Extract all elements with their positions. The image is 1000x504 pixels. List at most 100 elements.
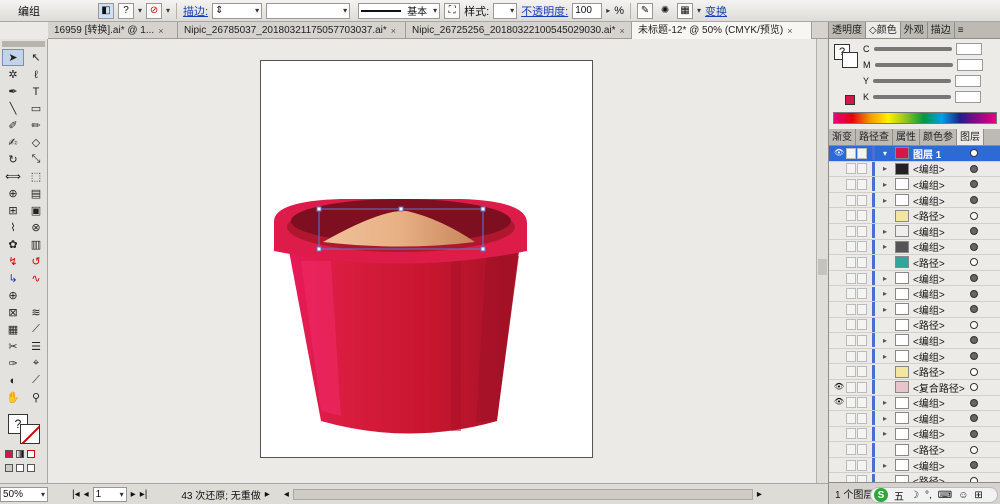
lock-toggle[interactable]: [846, 272, 856, 284]
knife-tool-icon[interactable]: ⟋: [25, 321, 47, 338]
gradient-tool-icon[interactable]: ▣: [25, 202, 47, 219]
visibility-eye-icon[interactable]: 👁: [833, 382, 845, 393]
expand-triangle-icon[interactable]: ▸: [883, 305, 893, 314]
lock-toggle[interactable]: [846, 366, 856, 378]
slice-tool-icon[interactable]: ⊠: [2, 304, 24, 321]
vertical-scrollbar[interactable]: [816, 39, 828, 483]
expand-triangle-icon[interactable]: ▸: [883, 164, 893, 173]
layer-row[interactable]: ▸ <编组>: [829, 271, 1000, 287]
scroll-left-icon[interactable]: ◂: [284, 489, 289, 500]
expand-triangle-icon[interactable]: ▸: [883, 461, 893, 470]
channel-slider[interactable]: [873, 47, 952, 51]
visibility-eye-icon[interactable]: [833, 351, 845, 362]
expand-triangle-icon[interactable]: ▸: [883, 336, 893, 345]
brush-profile-dropdown[interactable]: 基本 ▾: [358, 2, 441, 19]
pen-tool-icon[interactable]: ✒: [2, 83, 24, 100]
visibility-eye-icon[interactable]: 👁: [833, 148, 845, 159]
measure-tool-icon[interactable]: ⌖: [25, 355, 47, 372]
channel-row-y[interactable]: Y: [863, 75, 982, 87]
rotate-tool-icon[interactable]: ↻: [2, 151, 24, 168]
expand-triangle-icon[interactable]: ▸: [883, 414, 893, 423]
recolor-artwork-icon[interactable]: ✎: [637, 2, 654, 19]
visibility-eye-icon[interactable]: [833, 366, 845, 377]
opacity-label-link[interactable]: 不透明度:: [521, 3, 568, 19]
lock-toggle[interactable]: [846, 194, 856, 206]
layer-row[interactable]: 👁 ▸ <编组>: [829, 395, 1000, 412]
magic-wand-tool-icon[interactable]: ✲: [2, 66, 24, 83]
template-toggle[interactable]: [857, 147, 867, 159]
layer-row[interactable]: ▸ <编组>: [829, 302, 1000, 318]
target-circle-icon[interactable]: [970, 336, 978, 345]
target-circle-icon[interactable]: [970, 367, 978, 376]
scroll-thumb[interactable]: [818, 259, 827, 275]
visibility-eye-icon[interactable]: [833, 460, 845, 471]
template-toggle[interactable]: [857, 334, 867, 346]
close-icon[interactable]: ×: [158, 23, 163, 39]
template-toggle[interactable]: [857, 428, 867, 440]
target-circle-icon[interactable]: [970, 398, 978, 407]
last-page-icon[interactable]: ▸|: [140, 489, 148, 500]
graph-tool-icon[interactable]: ▦: [2, 321, 24, 338]
stroke-weight-dropdown[interactable]: ⇕ ▾: [212, 2, 263, 19]
stroke-swatch[interactable]: [20, 424, 40, 444]
expand-triangle-icon[interactable]: ▸: [883, 289, 893, 298]
lock-toggle[interactable]: [846, 163, 856, 175]
channel-slider[interactable]: [873, 95, 952, 99]
visibility-eye-icon[interactable]: 👁: [833, 397, 845, 408]
pencil-tool-icon[interactable]: ✏: [25, 117, 47, 134]
layer-row[interactable]: ▸ <编组>: [829, 193, 1000, 209]
target-circle-icon[interactable]: [970, 429, 978, 438]
tab-attributes[interactable]: 属性: [893, 129, 920, 145]
first-page-icon[interactable]: |◂: [72, 489, 80, 500]
channel-row-k[interactable]: K: [863, 91, 982, 103]
layer-row[interactable]: <路径>: [829, 442, 1000, 458]
expand-triangle-icon[interactable]: ▸: [883, 196, 893, 205]
lock-toggle[interactable]: [846, 256, 856, 268]
layer-row[interactable]: <路径>: [829, 208, 1000, 224]
target-circle-icon[interactable]: [970, 196, 978, 205]
target-circle-icon[interactable]: [970, 164, 978, 173]
target-circle-icon[interactable]: [970, 383, 978, 392]
fill-stroke-widget[interactable]: ?: [4, 412, 43, 448]
visibility-eye-icon[interactable]: [833, 179, 845, 190]
hand-tool-icon[interactable]: ✋: [2, 389, 24, 406]
doc-tab-active[interactable]: 未标题-12* @ 50% (CMYK/预览) ×: [632, 22, 812, 39]
lock-toggle[interactable]: [846, 303, 856, 315]
horizontal-scrollbar[interactable]: [292, 488, 753, 500]
visibility-eye-icon[interactable]: [833, 226, 845, 237]
close-icon[interactable]: ×: [620, 23, 625, 39]
direct-selection-tool-icon[interactable]: ↖: [25, 49, 47, 66]
eyedropper-tool-icon[interactable]: ⌇: [2, 219, 24, 236]
doc-tab[interactable]: Nipic_26725256_20180322100545029030.ai* ×: [406, 22, 632, 39]
graphic-style-dropdown[interactable]: ▾: [493, 2, 518, 19]
free-transform-tool-icon[interactable]: ⬚: [25, 168, 47, 185]
brush-options-icon[interactable]: ⛶: [444, 2, 461, 19]
visibility-eye-icon[interactable]: [833, 304, 845, 315]
blue-path-tool-icon[interactable]: ↳: [2, 270, 24, 287]
template-toggle[interactable]: [857, 288, 867, 300]
template-toggle[interactable]: [857, 210, 867, 222]
canvas-area[interactable]: [48, 39, 816, 483]
toolbox-grip[interactable]: [2, 41, 45, 47]
red-curve-tool-icon[interactable]: ↺: [25, 253, 47, 270]
target-circle-icon[interactable]: [970, 445, 978, 454]
grid-menu-icon[interactable]: ⊞: [974, 490, 982, 501]
expand-triangle-icon[interactable]: ▸: [883, 398, 893, 407]
lock-toggle[interactable]: [846, 288, 856, 300]
template-toggle[interactable]: [857, 412, 867, 424]
layer-row[interactable]: ▸ <编组>: [829, 224, 1000, 240]
target-circle-icon[interactable]: [970, 242, 978, 251]
visibility-eye-icon[interactable]: [833, 413, 845, 424]
visibility-eye-icon[interactable]: [833, 428, 845, 439]
lock-toggle[interactable]: [846, 147, 856, 159]
tab-pathfinder[interactable]: 路径查: [856, 129, 893, 145]
scissors-tool-icon[interactable]: ✂: [2, 338, 24, 355]
visibility-eye-icon[interactable]: [833, 273, 845, 284]
user-icon[interactable]: ☺: [958, 490, 968, 501]
target-circle-icon[interactable]: [970, 305, 978, 314]
keyboard-icon[interactable]: ⌨: [938, 490, 952, 501]
expand-triangle-icon[interactable]: ▸: [883, 227, 893, 236]
blend-tool-icon[interactable]: ⊗: [25, 219, 47, 236]
artboard-tool-icon[interactable]: ⊕: [2, 287, 24, 304]
color-spectrum-bar[interactable]: [833, 112, 997, 124]
